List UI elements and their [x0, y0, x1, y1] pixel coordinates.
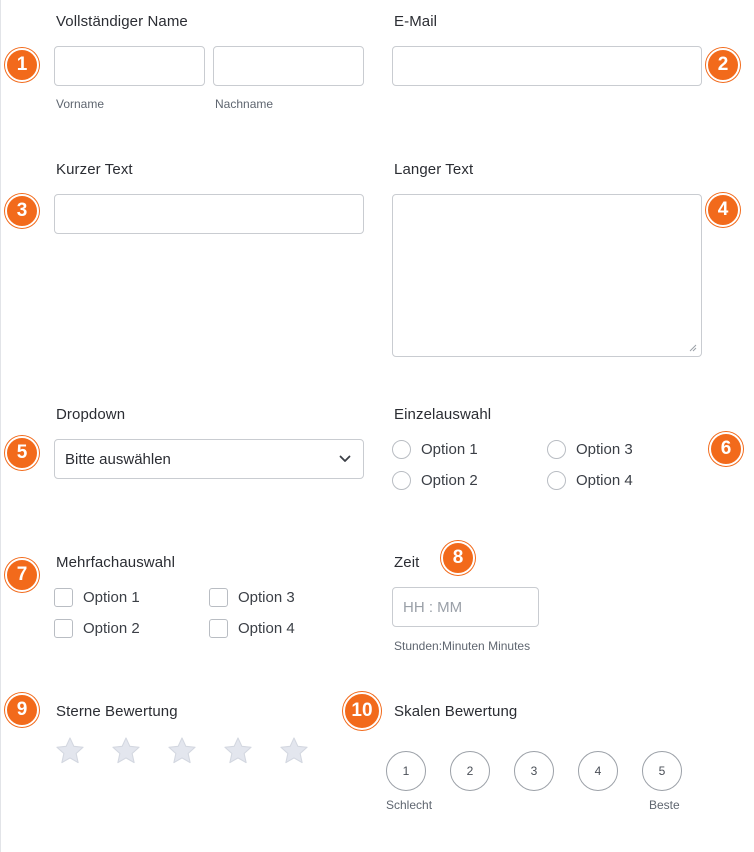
dropdown-selected-value: Bitte auswählen [65, 450, 171, 468]
time-sublabel: Stunden:Minuten Minutes [394, 639, 531, 653]
short-text-label: Kurzer Text [56, 161, 133, 178]
checkbox-option-2[interactable]: Option 2 [54, 619, 140, 638]
scale-option-3[interactable]: 3 [514, 751, 554, 791]
radio-button[interactable] [392, 440, 411, 459]
long-text-label: Langer Text [394, 161, 474, 178]
scale-option-1[interactable]: 1 [386, 751, 426, 791]
long-text-textarea[interactable] [392, 194, 702, 357]
radio-option-label: Option 2 [421, 472, 478, 489]
radio-option-1[interactable]: Option 1 [392, 440, 478, 459]
chevron-down-icon [339, 455, 351, 462]
checkbox[interactable] [54, 588, 73, 607]
badge-1: 1 [5, 48, 39, 82]
email-label: E-Mail [394, 13, 438, 30]
star-icon[interactable] [166, 735, 198, 767]
time-input[interactable]: HH : MM [392, 587, 539, 627]
dropdown-label: Dropdown [56, 406, 126, 423]
scale-option-4[interactable]: 4 [578, 751, 618, 791]
badge-9: 9 [5, 693, 39, 727]
radio-button[interactable] [547, 440, 566, 459]
last-name-sublabel: Nachname [215, 97, 274, 111]
first-name-sublabel: Vorname [56, 97, 105, 111]
checkbox[interactable] [209, 619, 228, 638]
radio-option-2[interactable]: Option 2 [392, 471, 478, 490]
checkbox-option-label: Option 1 [83, 589, 140, 606]
badge-7: 7 [5, 558, 39, 592]
checkbox-option-label: Option 4 [238, 620, 295, 637]
star-rating [54, 735, 310, 767]
dropdown-select[interactable]: Bitte auswählen [54, 439, 364, 479]
checkbox[interactable] [54, 619, 73, 638]
short-text-input[interactable] [54, 194, 364, 234]
radio-option-label: Option 4 [576, 472, 633, 489]
scale-rating-label: Skalen Bewertung [394, 703, 518, 720]
radio-option-3[interactable]: Option 3 [547, 440, 633, 459]
radio-option-label: Option 3 [576, 441, 633, 458]
radio-option-4[interactable]: Option 4 [547, 471, 633, 490]
star-icon[interactable] [110, 735, 142, 767]
full-name-label: Vollständiger Name [56, 13, 188, 30]
star-rating-label: Sterne Bewertung [56, 703, 178, 720]
email-field[interactable] [392, 46, 702, 86]
scale-low-label: Schlecht [386, 798, 433, 812]
time-placeholder: HH : MM [403, 598, 463, 616]
radio-button[interactable] [392, 471, 411, 490]
multi-choice-label: Mehrfachauswahl [56, 554, 176, 571]
scale-option-2[interactable]: 2 [450, 751, 490, 791]
checkbox-option-label: Option 3 [238, 589, 295, 606]
badge-10: 10 [343, 692, 381, 730]
time-label: Zeit [394, 554, 420, 571]
first-name-input[interactable] [54, 46, 205, 86]
scale-high-label: Beste [649, 798, 680, 812]
badge-4: 4 [706, 193, 740, 227]
checkbox-option-3[interactable]: Option 3 [209, 588, 295, 607]
scale-option-5[interactable]: 5 [642, 751, 682, 791]
badge-2: 2 [706, 48, 740, 82]
checkbox[interactable] [209, 588, 228, 607]
single-choice-label: Einzelauswahl [394, 406, 492, 423]
last-name-input[interactable] [213, 46, 364, 86]
radio-option-label: Option 1 [421, 441, 478, 458]
checkbox-option-label: Option 2 [83, 620, 140, 637]
star-icon[interactable] [278, 735, 310, 767]
badge-5: 5 [5, 436, 39, 470]
star-icon[interactable] [222, 735, 254, 767]
resize-handle-icon[interactable] [689, 344, 697, 352]
checkbox-option-1[interactable]: Option 1 [54, 588, 140, 607]
badge-8: 8 [441, 541, 475, 575]
radio-button[interactable] [547, 471, 566, 490]
scale-rating: 12345 [386, 751, 682, 791]
star-icon[interactable] [54, 735, 86, 767]
badge-6: 6 [709, 432, 743, 466]
checkbox-option-4[interactable]: Option 4 [209, 619, 295, 638]
badge-3: 3 [5, 194, 39, 228]
